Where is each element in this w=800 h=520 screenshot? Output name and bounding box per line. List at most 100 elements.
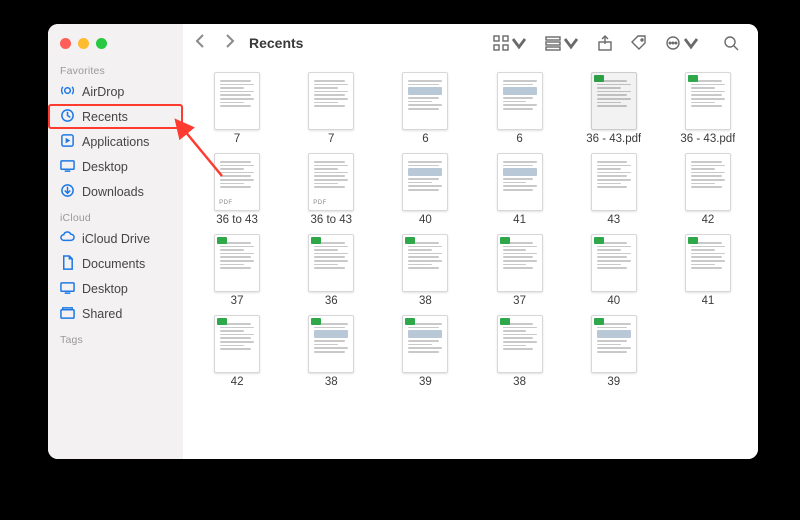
file-item[interactable]: 39 <box>578 315 650 388</box>
file-item[interactable]: 36 to 43 <box>201 153 273 226</box>
file-thumbnail <box>685 153 731 211</box>
sidebar-item-icloud-drive[interactable]: iCloud Drive <box>48 226 183 251</box>
sidebar-item-desktop[interactable]: Desktop <box>48 154 183 179</box>
file-item[interactable]: 6 <box>483 72 555 145</box>
file-name-label: 36 <box>325 295 338 307</box>
file-name-label: 43 <box>607 214 620 226</box>
file-name-label: 36 - 43.pdf <box>586 133 641 145</box>
sidebar-item-desktop[interactable]: Desktop <box>48 276 183 301</box>
file-thumbnail <box>402 315 448 373</box>
finder-window: FavoritesAirDropRecentsApplicationsDeskt… <box>48 24 758 459</box>
icloud-icon <box>60 230 75 248</box>
sidebar-item-label: Shared <box>82 307 122 321</box>
file-item[interactable]: 38 <box>389 234 461 307</box>
file-item[interactable]: 37 <box>483 234 555 307</box>
file-item[interactable]: 7 <box>295 72 367 145</box>
downloads-icon <box>60 183 75 201</box>
file-name-label: 37 <box>231 295 244 307</box>
file-item[interactable]: 40 <box>389 153 461 226</box>
sidebar-item-label: AirDrop <box>82 85 124 99</box>
sidebar-item-applications[interactable]: Applications <box>48 129 183 154</box>
file-name-label: 6 <box>422 133 428 145</box>
minimize-window-button[interactable] <box>78 38 89 49</box>
window-controls <box>48 34 183 57</box>
file-name-label: 39 <box>419 376 432 388</box>
file-item[interactable]: 7 <box>201 72 273 145</box>
file-thumbnail <box>308 153 354 211</box>
sidebar-item-label: Desktop <box>82 160 128 174</box>
sidebar-item-shared[interactable]: Shared <box>48 301 183 326</box>
sidebar-item-airdrop[interactable]: AirDrop <box>48 79 183 104</box>
group-by-button[interactable] <box>540 32 584 54</box>
shared-icon <box>60 305 75 323</box>
applications-icon <box>60 133 75 151</box>
file-item[interactable]: 38 <box>295 315 367 388</box>
main-pane: Recents 776636 - 4 <box>183 24 758 459</box>
file-thumbnail <box>591 153 637 211</box>
file-name-label: 38 <box>513 376 526 388</box>
file-item[interactable]: 42 <box>201 315 273 388</box>
recents-icon <box>60 108 75 126</box>
file-item[interactable]: 43 <box>578 153 650 226</box>
file-name-label: 36 to 43 <box>216 214 258 226</box>
file-item[interactable]: 41 <box>672 234 744 307</box>
file-name-label: 38 <box>419 295 432 307</box>
file-name-label: 41 <box>513 214 526 226</box>
file-thumbnail <box>591 234 637 292</box>
file-thumbnail <box>308 234 354 292</box>
file-thumbnail <box>402 72 448 130</box>
sidebar-item-label: iCloud Drive <box>82 232 150 246</box>
sidebar-item-label: Documents <box>82 257 145 271</box>
file-name-label: 7 <box>328 133 334 145</box>
file-item[interactable]: 36 - 43.pdf <box>578 72 650 145</box>
forward-button[interactable] <box>219 32 239 53</box>
sidebar-item-downloads[interactable]: Downloads <box>48 179 183 204</box>
file-name-label: 38 <box>325 376 338 388</box>
fullscreen-window-button[interactable] <box>96 38 107 49</box>
file-item[interactable]: 39 <box>389 315 461 388</box>
sidebar-item-documents[interactable]: Documents <box>48 251 183 276</box>
file-item[interactable]: 37 <box>201 234 273 307</box>
file-thumbnail <box>214 153 260 211</box>
search-button[interactable] <box>718 32 744 54</box>
file-item[interactable]: 36 <box>295 234 367 307</box>
file-name-label: 7 <box>234 133 240 145</box>
file-item[interactable]: 36 to 43 <box>295 153 367 226</box>
file-item[interactable]: 40 <box>578 234 650 307</box>
file-thumbnail <box>497 72 543 130</box>
file-item[interactable]: 38 <box>483 315 555 388</box>
file-thumbnail <box>214 234 260 292</box>
documents-icon <box>60 255 75 273</box>
desktop-icon <box>60 158 75 176</box>
file-name-label: 41 <box>702 295 715 307</box>
file-name-label: 6 <box>516 133 522 145</box>
more-actions-button[interactable] <box>660 32 704 54</box>
view-mode-icon-grid-button[interactable] <box>488 32 532 54</box>
sidebar: FavoritesAirDropRecentsApplicationsDeskt… <box>48 24 183 459</box>
file-thumbnail <box>591 315 637 373</box>
sidebar-item-recents[interactable]: Recents <box>48 104 183 129</box>
sidebar-section-label: Tags <box>48 326 183 348</box>
close-window-button[interactable] <box>60 38 71 49</box>
file-thumbnail <box>308 315 354 373</box>
file-thumbnail <box>402 234 448 292</box>
file-thumbnail <box>402 153 448 211</box>
tags-button[interactable] <box>626 32 652 54</box>
location-title: Recents <box>249 35 303 51</box>
file-name-label: 42 <box>231 376 244 388</box>
file-name-label: 39 <box>607 376 620 388</box>
sidebar-item-label: Recents <box>82 110 128 124</box>
file-item[interactable]: 41 <box>483 153 555 226</box>
file-item[interactable]: 6 <box>389 72 461 145</box>
sidebar-section-label: iCloud <box>48 204 183 226</box>
file-name-label: 42 <box>702 214 715 226</box>
back-button[interactable] <box>191 32 211 53</box>
file-thumbnail <box>685 72 731 130</box>
sidebar-item-label: Desktop <box>82 282 128 296</box>
file-item[interactable]: 36 - 43.pdf <box>672 72 744 145</box>
file-thumbnail <box>497 153 543 211</box>
file-item[interactable]: 42 <box>672 153 744 226</box>
share-button[interactable] <box>592 32 618 54</box>
sidebar-item-label: Applications <box>82 135 149 149</box>
file-grid[interactable]: 7 7 6 6 36 - 43.pdf 36 - 43.pdf 36 to 43 36 to … <box>183 62 758 459</box>
